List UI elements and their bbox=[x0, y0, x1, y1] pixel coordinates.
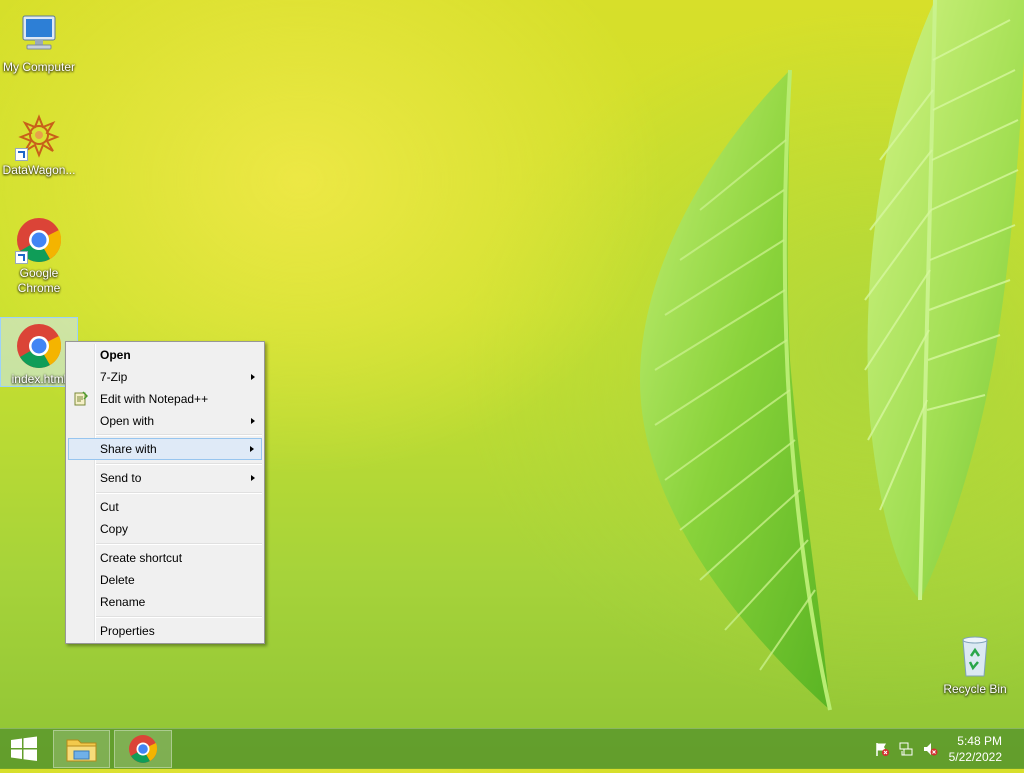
submenu-arrow-icon bbox=[251, 374, 255, 380]
menu-item-label: Open with bbox=[100, 414, 155, 428]
menu-item-label: 7-Zip bbox=[100, 370, 128, 384]
start-button[interactable] bbox=[0, 730, 48, 768]
menu-item-7zip[interactable]: 7-Zip bbox=[68, 366, 262, 388]
menu-item-send-to[interactable]: Send to bbox=[68, 467, 262, 489]
notepad-plus-plus-icon bbox=[74, 391, 88, 406]
menu-item-label: Edit with Notepad++ bbox=[100, 392, 209, 406]
shortcut-arrow-icon bbox=[15, 251, 28, 264]
desktop-icon-label: DataWagon... bbox=[2, 163, 76, 177]
windows-start-icon bbox=[11, 736, 37, 761]
menu-item-copy[interactable]: Copy bbox=[68, 518, 262, 540]
menu-item-open[interactable]: Open bbox=[68, 344, 262, 366]
desktop-icon-google-chrome[interactable]: Google Chrome bbox=[1, 212, 77, 296]
action-center-flag-icon[interactable] bbox=[874, 741, 890, 757]
menu-item-label: Properties bbox=[100, 624, 155, 638]
menu-separator bbox=[96, 463, 262, 465]
menu-item-properties[interactable]: Properties bbox=[68, 620, 262, 642]
clock-time: 5:48 PM bbox=[957, 734, 1002, 748]
shortcut-arrow-icon bbox=[15, 148, 28, 161]
chrome-taskbar-button[interactable] bbox=[114, 730, 172, 768]
desktop-icon-label: My Computer bbox=[2, 60, 76, 74]
menu-item-open-with[interactable]: Open with bbox=[68, 410, 262, 432]
volume-muted-icon[interactable] bbox=[922, 741, 938, 757]
file-explorer-taskbar-button[interactable] bbox=[53, 730, 110, 768]
menu-item-label: Open bbox=[100, 348, 131, 362]
menu-separator bbox=[96, 492, 262, 494]
menu-item-create-shortcut[interactable]: Create shortcut bbox=[68, 547, 262, 569]
menu-item-label: Copy bbox=[100, 522, 129, 536]
menu-item-label: Rename bbox=[100, 595, 146, 609]
submenu-arrow-icon bbox=[250, 446, 254, 452]
desktop-icon-recycle-bin[interactable]: Recycle Bin bbox=[937, 628, 1013, 697]
menu-item-rename[interactable]: Rename bbox=[68, 591, 262, 613]
menu-item-delete[interactable]: Delete bbox=[68, 569, 262, 591]
submenu-arrow-icon bbox=[251, 475, 255, 481]
desktop-icon-datawagon[interactable]: DataWagon... bbox=[1, 109, 77, 178]
desktop-icon-my-computer[interactable]: My Computer bbox=[1, 6, 77, 75]
menu-item-edit-with-notepad[interactable]: Edit with Notepad++ bbox=[68, 388, 262, 410]
context-menu: Open 7-Zip Edit with Notepad++ Open with… bbox=[65, 341, 265, 644]
menu-item-label: Cut bbox=[100, 500, 119, 514]
menu-item-label: Send to bbox=[100, 471, 142, 485]
taskbar: 5:48 PM 5/22/2022 bbox=[0, 728, 1024, 769]
menu-item-label: Create shortcut bbox=[100, 551, 183, 565]
submenu-arrow-icon bbox=[251, 418, 255, 424]
menu-item-label: Share with bbox=[100, 442, 157, 456]
taskbar-clock[interactable]: 5:48 PM 5/22/2022 bbox=[949, 733, 1002, 765]
recycle-bin-icon bbox=[951, 632, 999, 680]
menu-item-cut[interactable]: Cut bbox=[68, 496, 262, 518]
desktop-icon-label: Recycle Bin bbox=[943, 682, 1007, 696]
menu-separator bbox=[96, 543, 262, 545]
menu-separator bbox=[96, 616, 262, 618]
chrome-icon bbox=[15, 216, 63, 264]
datawagon-icon bbox=[15, 113, 63, 161]
menu-separator bbox=[96, 434, 262, 436]
chrome-html-file-icon bbox=[15, 322, 63, 370]
menu-item-label: Delete bbox=[100, 573, 135, 587]
desktop-icon-label: Google Chrome bbox=[17, 266, 61, 295]
menu-item-share-with[interactable]: Share with bbox=[68, 438, 262, 460]
clock-date: 5/22/2022 bbox=[948, 750, 1002, 764]
computer-icon bbox=[15, 10, 63, 58]
chrome-icon bbox=[129, 735, 158, 763]
file-explorer-icon bbox=[66, 739, 97, 762]
network-icon[interactable] bbox=[898, 741, 914, 757]
